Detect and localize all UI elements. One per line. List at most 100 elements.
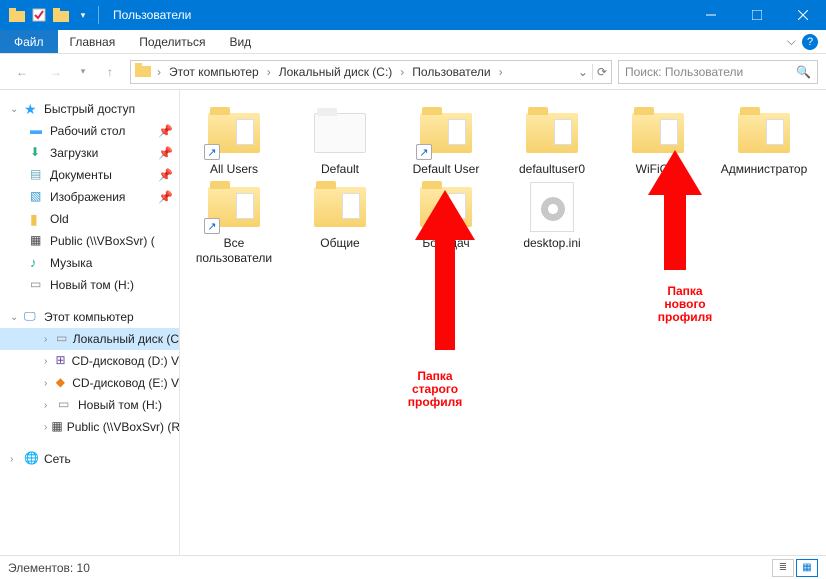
tab-share[interactable]: Поделиться — [127, 30, 217, 53]
refresh-icon[interactable]: ⟳ — [597, 65, 607, 79]
pin-icon: 📌 — [158, 124, 173, 138]
back-button[interactable]: ← — [8, 58, 36, 86]
sidebar-item[interactable]: Old — [0, 208, 179, 230]
file-label: Бородач — [422, 236, 469, 250]
sidebar-item[interactable]: Музыка — [0, 252, 179, 274]
chevron-right-icon[interactable]: › — [44, 378, 52, 389]
maximize-button[interactable] — [734, 0, 780, 30]
sidebar-item-label: Public (\\VBoxSvr) (R — [67, 420, 180, 434]
folder-icon — [732, 106, 796, 160]
chevron-right-icon[interactable]: › — [44, 334, 52, 345]
sidebar-item[interactable]: Документы📌 — [0, 164, 179, 186]
navigation-pane: ⌄ Быстрый доступ Рабочий стол📌Загрузки📌Д… — [0, 90, 180, 555]
qat-properties-button[interactable] — [28, 4, 50, 26]
sidebar-item[interactable]: Новый том (H:) — [0, 274, 179, 296]
sidebar-item[interactable]: Рабочий стол📌 — [0, 120, 179, 142]
item-icon — [30, 167, 46, 183]
item-icon — [30, 211, 46, 227]
file-item[interactable]: Бородач — [402, 180, 490, 265]
chevron-right-icon[interactable]: › — [44, 422, 47, 433]
item-icon — [56, 375, 68, 391]
sidebar-item[interactable]: ›CD-дисковод (D:) V — [0, 350, 179, 372]
help-icon[interactable]: ? — [802, 34, 818, 50]
forward-button[interactable]: → — [42, 58, 70, 86]
sidebar-item[interactable]: ›Локальный диск (C — [0, 328, 179, 350]
chevron-right-icon[interactable]: › — [497, 65, 505, 79]
sidebar-item[interactable]: Загрузки📌 — [0, 142, 179, 164]
file-list[interactable]: ↗ All Users Default ↗ Default User defaultuse… — [180, 90, 826, 555]
breadcrumb-users[interactable]: Пользователи — [410, 65, 492, 79]
item-icon — [30, 255, 46, 271]
file-label: Default User — [413, 162, 480, 176]
file-label: Все пользователи — [190, 236, 278, 265]
sidebar-item[interactable]: Изображения📌 — [0, 186, 179, 208]
item-icon — [58, 397, 74, 413]
folder-icon — [135, 63, 151, 80]
this-pc[interactable]: ⌄ Этот компьютер — [0, 306, 179, 328]
minimize-button[interactable] — [688, 0, 734, 30]
search-box[interactable]: 🔍 — [618, 60, 818, 84]
file-tab[interactable]: Файл — [0, 30, 58, 53]
folder-icon: ↗ — [414, 106, 478, 160]
chevron-right-icon[interactable]: › — [398, 65, 406, 79]
item-count: Элементов: 10 — [8, 561, 90, 575]
tab-view[interactable]: Вид — [217, 30, 263, 53]
file-item[interactable]: Администратор — [720, 106, 808, 176]
sidebar-item[interactable]: › Новый том (H:) — [0, 394, 179, 416]
details-view-button[interactable]: ≣ — [772, 559, 794, 577]
folder-icon — [520, 106, 584, 160]
file-item[interactable]: WiFiGiD — [614, 106, 702, 176]
up-button[interactable]: ↑ — [96, 58, 124, 86]
pin-icon: 📌 — [158, 168, 173, 182]
search-input[interactable] — [625, 65, 796, 79]
status-bar: Элементов: 10 ≣ ▦ — [0, 555, 826, 579]
title-bar: ▾ Пользователи — [0, 0, 826, 30]
sidebar-item[interactable]: Public (\\VBoxSvr) ( — [0, 230, 179, 252]
close-button[interactable] — [780, 0, 826, 30]
file-item[interactable]: ↗ Default User — [402, 106, 490, 176]
separator — [98, 6, 99, 24]
tab-home[interactable]: Главная — [58, 30, 128, 53]
chevron-right-icon[interactable]: › — [265, 65, 273, 79]
chevron-down-icon[interactable]: ⌄ — [10, 312, 20, 323]
file-item[interactable]: Default — [296, 106, 384, 176]
address-dropdown-icon[interactable]: ⌄ — [578, 65, 588, 79]
item-icon — [30, 189, 46, 205]
sidebar-item-label: Новый том (H:) — [78, 398, 162, 412]
chevron-right-icon[interactable]: › — [10, 454, 20, 465]
search-icon[interactable]: 🔍 — [796, 65, 811, 79]
file-item[interactable]: ↗Все пользователи — [190, 180, 278, 265]
file-label: defaultuser0 — [519, 162, 585, 176]
sidebar-item-label: Музыка — [50, 256, 92, 270]
network[interactable]: › Сеть — [0, 448, 179, 470]
file-item[interactable]: desktop.ini — [508, 180, 596, 265]
item-icon — [30, 123, 46, 139]
chevron-down-icon[interactable]: ⌄ — [10, 104, 20, 115]
item-icon — [51, 419, 62, 435]
file-item[interactable]: Общие — [296, 180, 384, 265]
breadcrumb-pc[interactable]: Этот компьютер — [167, 65, 261, 79]
pin-icon: 📌 — [158, 146, 173, 160]
address-bar[interactable]: › Этот компьютер › Локальный диск (C:) ›… — [130, 60, 612, 84]
shortcut-badge-icon: ↗ — [416, 144, 432, 160]
chevron-right-icon[interactable]: › — [44, 400, 54, 411]
sidebar-item[interactable]: ›CD-дисковод (E:) V — [0, 372, 179, 394]
file-item[interactable]: ↗ All Users — [190, 106, 278, 176]
file-label: All Users — [210, 162, 258, 176]
network-icon — [24, 451, 40, 467]
recent-dropdown[interactable]: ▾ — [76, 58, 90, 86]
folder-icon: ↗ — [202, 106, 266, 160]
icons-view-button[interactable]: ▦ — [796, 559, 818, 577]
quick-access[interactable]: ⌄ Быстрый доступ — [0, 98, 179, 120]
file-item[interactable]: defaultuser0 — [508, 106, 596, 176]
file-label: Общие — [320, 236, 359, 250]
qat-dropdown[interactable]: ▾ — [72, 4, 94, 26]
file-label: Default — [321, 162, 359, 176]
chevron-right-icon[interactable]: › — [44, 356, 52, 367]
sidebar-item[interactable]: › Public (\\VBoxSvr) (R — [0, 416, 179, 438]
chevron-right-icon[interactable]: › — [155, 65, 163, 79]
expand-ribbon-icon[interactable]: ⌵ — [787, 34, 796, 49]
breadcrumb-drive[interactable]: Локальный диск (C:) — [277, 65, 395, 79]
item-icon — [56, 353, 68, 369]
folder-icon: ↗ — [202, 180, 266, 234]
